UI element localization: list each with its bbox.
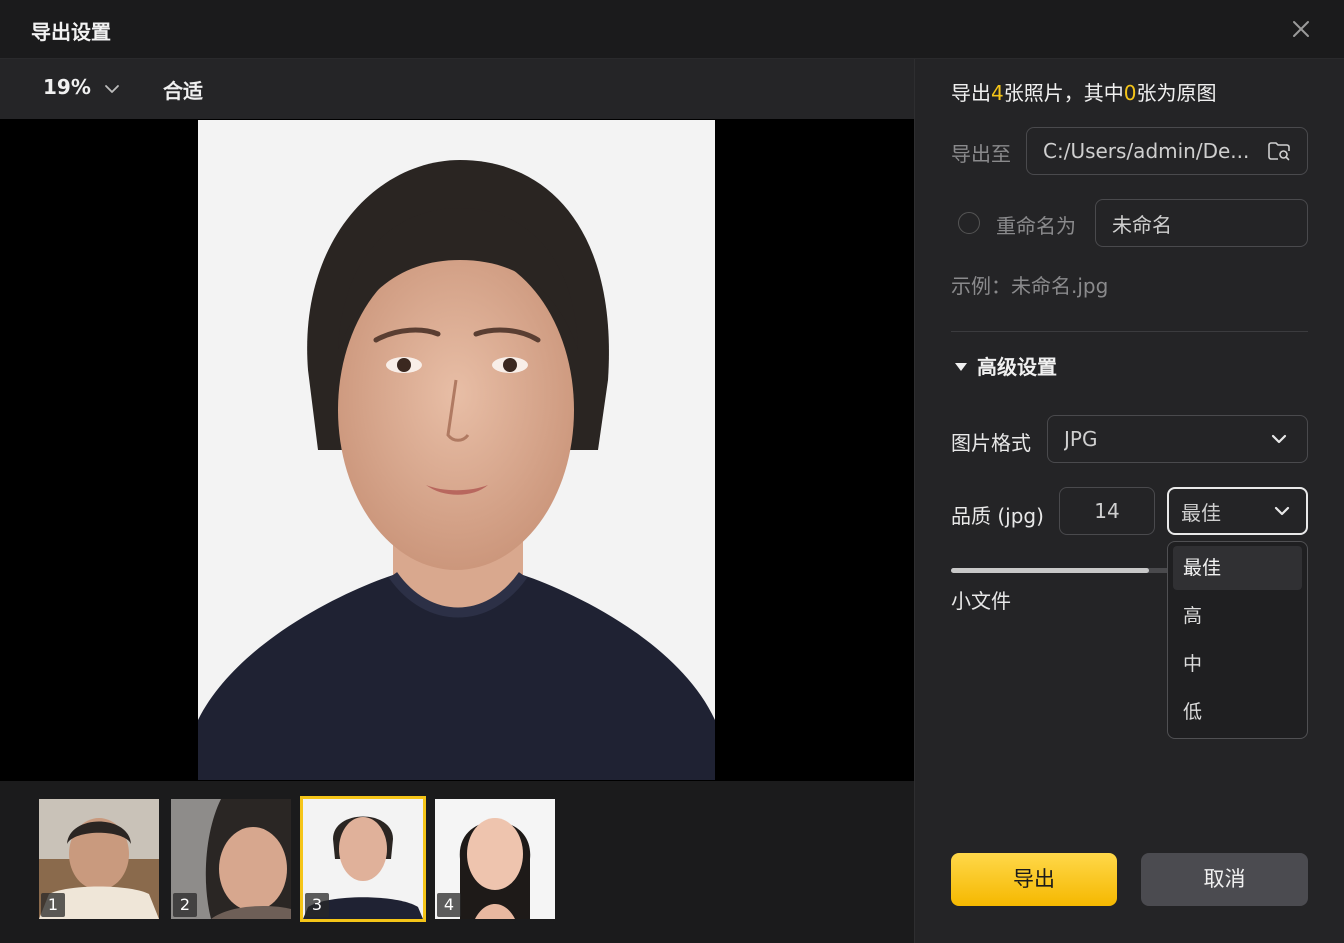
quality-dropdown-menu: 最佳 高 中 低 (1167, 541, 1308, 739)
preview-pane: 19% 合适 1 2 3 4 (0, 59, 914, 943)
thumbnail-number: 1 (41, 893, 65, 917)
preview-canvas (0, 119, 914, 781)
section-divider (951, 331, 1308, 332)
small-file-label: 小文件 (951, 589, 1011, 613)
preview-toolbar: 19% 合适 (0, 59, 914, 119)
rename-label: 重命名为 (996, 214, 1076, 238)
thumbnail-strip: 1 2 3 4 (0, 781, 914, 943)
advanced-settings-toggle[interactable]: 高级设置 (955, 351, 1057, 380)
export-to-label: 导出至 (951, 142, 1011, 166)
quality-value-input[interactable]: 14 (1059, 487, 1155, 535)
rename-input[interactable]: 未命名 (1095, 199, 1308, 247)
format-select[interactable]: JPG (1047, 415, 1308, 463)
original-count: 0 (1123, 81, 1137, 105)
export-path-field[interactable]: C:/Users/admin/De... (1026, 127, 1308, 175)
settings-panel: 导出4张照片，其中0张为原图 导出至 C:/Users/admin/De... … (915, 59, 1344, 943)
quality-option-high[interactable]: 高 (1173, 594, 1302, 638)
export-summary: 导出4张照片，其中0张为原图 (951, 81, 1217, 105)
quality-slider[interactable] (951, 568, 1171, 573)
chevron-down-icon[interactable] (102, 79, 122, 99)
thumbnail-number: 2 (173, 893, 197, 917)
thumbnail-2[interactable]: 2 (171, 799, 291, 919)
preview-photo (198, 120, 715, 780)
format-label: 图片格式 (951, 431, 1031, 455)
rename-radio[interactable] (958, 212, 980, 234)
cancel-button[interactable]: 取消 (1141, 853, 1308, 906)
dialog-title: 导出设置 (31, 20, 111, 44)
thumbnail-1[interactable]: 1 (39, 799, 159, 919)
thumbnail-number: 4 (437, 893, 461, 917)
thumbnail-4[interactable]: 4 (435, 799, 555, 919)
chevron-down-icon (1274, 506, 1290, 516)
export-button[interactable]: 导出 (951, 853, 1117, 906)
folder-search-icon[interactable] (1267, 139, 1291, 163)
caret-down-icon (955, 362, 967, 371)
thumbnail-3[interactable]: 3 (300, 796, 426, 922)
filename-example: 示例：未命名.jpg (951, 274, 1109, 298)
quality-label: 品质 (jpg) (951, 504, 1044, 528)
title-bar: 导出设置 (0, 0, 1344, 59)
chevron-down-icon (1271, 434, 1287, 444)
export-count: 4 (991, 81, 1004, 105)
close-icon[interactable] (1288, 16, 1314, 42)
zoom-level[interactable]: 19% (43, 75, 91, 99)
quality-option-low[interactable]: 低 (1173, 690, 1302, 734)
quality-option-medium[interactable]: 中 (1173, 642, 1302, 686)
quality-preset-select[interactable]: 最佳 (1167, 487, 1308, 535)
export-path: C:/Users/admin/De... (1043, 139, 1250, 163)
quality-slider-fill (951, 568, 1149, 573)
thumbnail-number: 3 (305, 893, 329, 917)
quality-option-best[interactable]: 最佳 (1173, 546, 1302, 590)
fit-button[interactable]: 合适 (163, 75, 203, 104)
